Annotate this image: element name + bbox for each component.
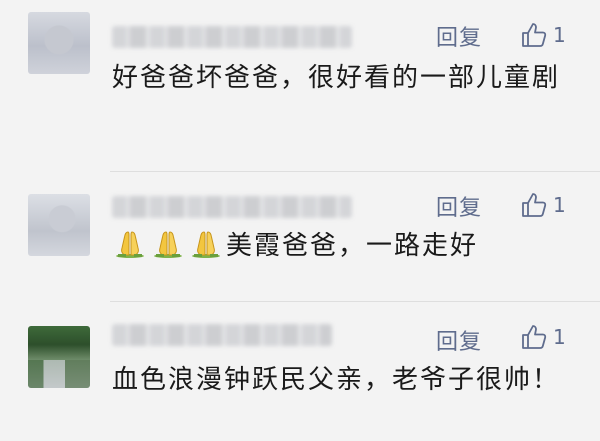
username-blurred[interactable] <box>112 26 352 48</box>
folded-hands-icon <box>192 231 220 258</box>
folded-hands-icon <box>116 231 144 258</box>
thumbs-up-icon <box>521 192 547 218</box>
comment-text: 血色浪漫钟跃民父亲，老爷子很帅！ <box>112 365 561 395</box>
thumbs-up-icon <box>521 22 547 48</box>
thumbs-up-icon <box>521 324 547 350</box>
reply-button[interactable]: 回复 <box>436 190 482 222</box>
like-count: 1 <box>553 23 566 47</box>
folded-hands-icon <box>154 231 182 258</box>
comment-item: 回复 1 好爸爸坏爸爸，很好看的一部儿童剧 <box>0 0 600 170</box>
like-button[interactable]: 1 <box>521 322 566 352</box>
reply-button[interactable]: 回复 <box>436 20 482 52</box>
like-count: 1 <box>553 325 566 349</box>
username-blurred[interactable] <box>112 324 332 346</box>
reply-button[interactable]: 回复 <box>436 324 482 356</box>
like-button[interactable]: 1 <box>521 190 566 220</box>
emoji-group <box>112 228 226 258</box>
comment-text-body: 美霞爸爸，一路走好 <box>226 231 479 261</box>
avatar[interactable] <box>28 194 90 256</box>
comment-text: 好爸爸坏爸爸，很好看的一部儿童剧 <box>112 63 561 93</box>
comment-item: 回复 1 美霞爸爸，一路走好 <box>0 172 600 300</box>
avatar[interactable] <box>28 12 90 74</box>
comment-list: 回复 1 好爸爸坏爸爸，很好看的一部儿童剧 回复 1 美霞爸爸，一路走好 回复 … <box>0 0 600 441</box>
like-button[interactable]: 1 <box>521 20 566 50</box>
username-blurred[interactable] <box>112 196 352 218</box>
avatar[interactable] <box>28 326 90 388</box>
comment-text: 美霞爸爸，一路走好 <box>112 226 582 266</box>
like-count: 1 <box>553 193 566 217</box>
comment-item: 回复 1 血色浪漫钟跃民父亲，老爷子很帅！ <box>0 302 600 441</box>
